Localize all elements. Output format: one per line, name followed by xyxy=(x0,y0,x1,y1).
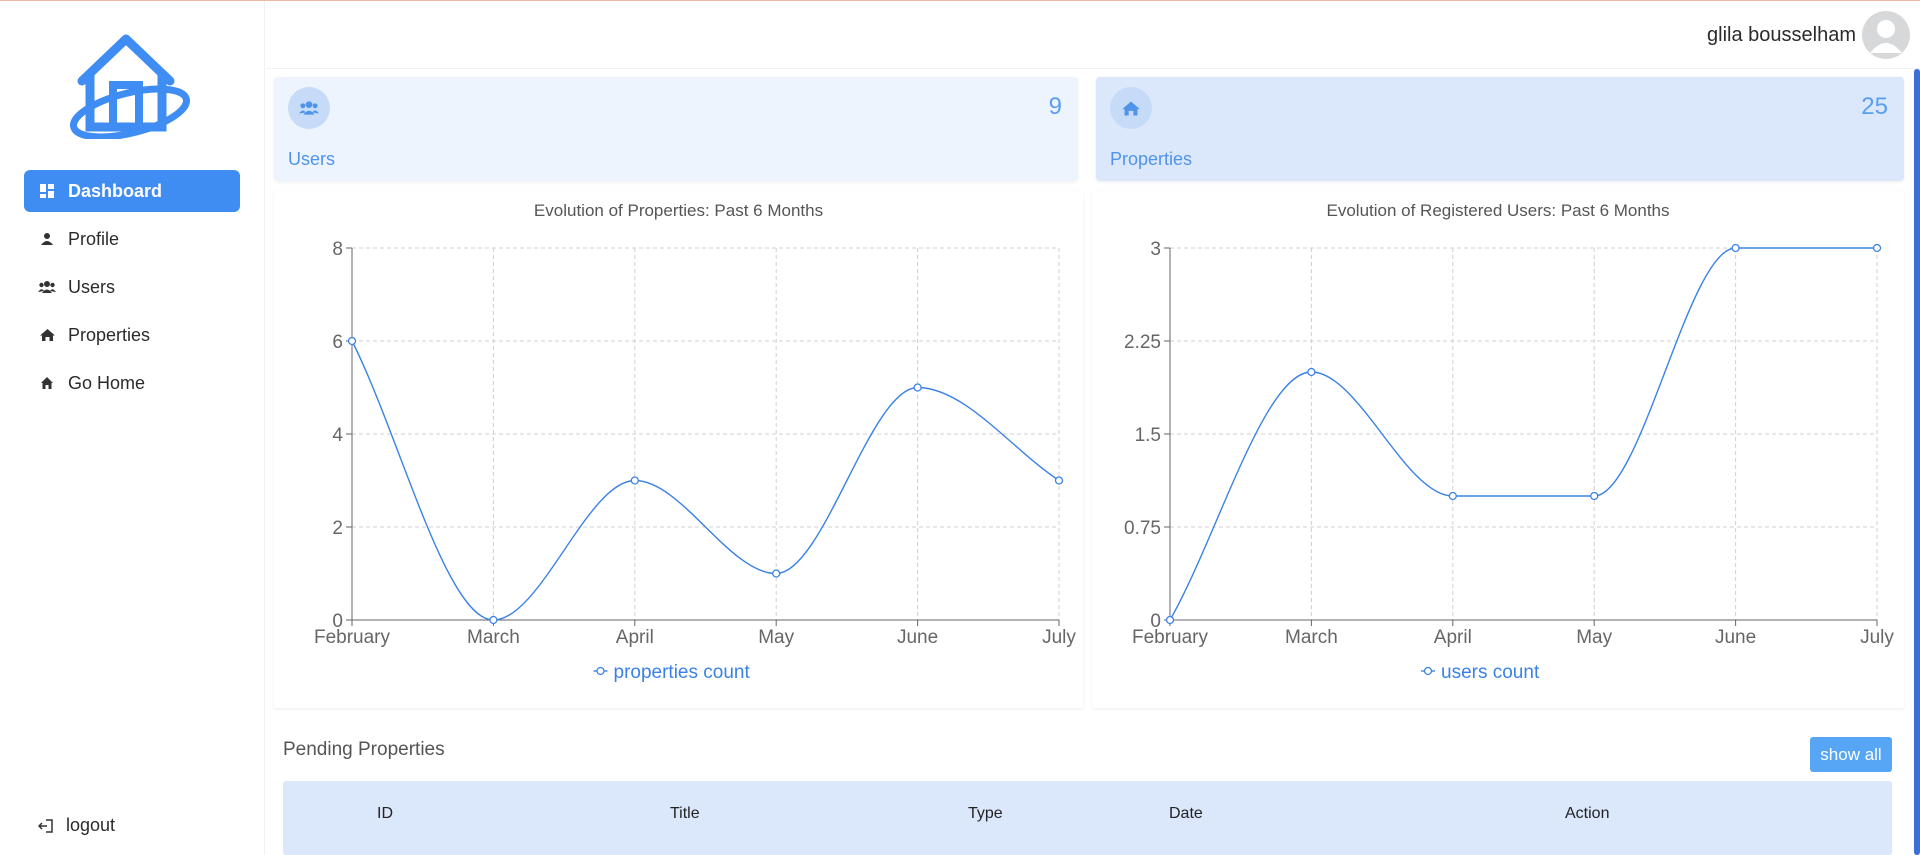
y-tick-label: 2.25 xyxy=(1124,332,1161,353)
x-tick-label: May xyxy=(1576,627,1612,648)
sidebar-item-label: Profile xyxy=(68,228,120,249)
y-tick-label: 8 xyxy=(332,239,343,260)
sidebar-item-properties[interactable]: Properties xyxy=(24,314,240,356)
properties-chart-panel: Evolution of Properties: Past 6 Months 0 2… xyxy=(274,191,1083,708)
users-line-chart: Evolution of Registered Users: Past 6 Mo… xyxy=(1124,201,1894,683)
data-point xyxy=(1448,491,1457,501)
x-tick-label: July xyxy=(1860,627,1894,648)
chart-title: Evolution of Properties: Past 6 Months xyxy=(534,201,823,220)
avatar[interactable] xyxy=(1862,11,1910,59)
avatar-person-icon xyxy=(1870,20,1902,53)
data-point xyxy=(489,615,498,625)
users-stat-card: 9 Users xyxy=(274,77,1078,181)
chart-title: Evolution of Registered Users: Past 6 Mo… xyxy=(1327,201,1670,220)
sidebar: Dashboard Profile Users Properties Go Ho… xyxy=(0,1,265,855)
dashboard-icon xyxy=(38,182,56,200)
y-tick-label: 0.75 xyxy=(1124,518,1161,539)
x-tick-label: March xyxy=(467,627,520,648)
scrollbar[interactable] xyxy=(1914,69,1920,855)
data-point xyxy=(1590,491,1599,501)
app-logo-icon[interactable] xyxy=(68,33,196,141)
sidebar-item-users[interactable]: Users xyxy=(24,266,240,308)
data-point xyxy=(1054,476,1064,485)
users-icon xyxy=(38,278,56,296)
column-header-id[interactable]: ID xyxy=(377,805,393,823)
x-tick-label: February xyxy=(314,627,391,648)
house-icon xyxy=(38,326,56,344)
x-tick-label: April xyxy=(616,627,654,648)
sidebar-item-dashboard[interactable]: Dashboard xyxy=(24,170,240,212)
logout-button[interactable]: logout xyxy=(38,815,115,836)
logout-label: logout xyxy=(66,815,116,835)
sidebar-nav: Dashboard Profile Users Properties Go Ho… xyxy=(24,170,240,410)
data-point xyxy=(630,476,639,485)
user-name: glila bousselham xyxy=(1707,23,1856,46)
sidebar-item-profile[interactable]: Profile xyxy=(24,218,240,260)
properties-stat-card: 25 Properties xyxy=(1096,77,1904,181)
users-badge-icon xyxy=(288,87,330,129)
y-tick-label: 6 xyxy=(332,332,343,353)
column-header-date[interactable]: Date xyxy=(1169,805,1203,823)
column-header-title[interactable]: Title xyxy=(670,805,700,823)
column-header-action[interactable]: Action xyxy=(1565,805,1609,823)
y-tick-label: 1.5 xyxy=(1135,425,1161,446)
properties-count: 25 xyxy=(1861,93,1888,120)
legend-marker xyxy=(1423,666,1433,676)
legend-label: properties count xyxy=(614,662,751,683)
section-title: Pending Properties xyxy=(283,739,445,760)
logout-icon xyxy=(38,818,54,833)
pending-properties-section: Pending Properties show all ID Title Typ… xyxy=(274,718,1904,855)
sidebar-item-label: Dashboard xyxy=(68,180,163,201)
user-menu[interactable]: glila bousselham xyxy=(1707,11,1910,59)
users-chart-panel: Evolution of Registered Users: Past 6 Mo… xyxy=(1092,191,1904,708)
data-point xyxy=(1872,243,1882,253)
y-tick-label: 2 xyxy=(332,518,343,539)
x-tick-label: June xyxy=(1715,627,1756,648)
x-tick-label: May xyxy=(758,627,794,648)
legend-label: users count xyxy=(1441,662,1540,683)
properties-line-chart: Evolution of Properties: Past 6 Months02… xyxy=(314,201,1076,683)
user-icon xyxy=(38,230,56,248)
data-point xyxy=(1731,243,1740,253)
x-tick-label: June xyxy=(897,627,938,648)
top-bar: glila bousselham xyxy=(266,1,1920,69)
y-tick-label: 4 xyxy=(332,425,343,446)
data-point xyxy=(913,383,922,392)
properties-stat-label: Properties xyxy=(1110,149,1193,169)
sidebar-item-go-home[interactable]: Go Home xyxy=(24,362,240,404)
sidebar-item-label: Go Home xyxy=(68,372,146,393)
data-point xyxy=(1307,367,1316,377)
data-point xyxy=(1165,615,1175,625)
x-tick-label: February xyxy=(1132,627,1209,648)
y-tick-label: 3 xyxy=(1150,239,1161,260)
show-all-button[interactable]: show all xyxy=(1810,737,1892,772)
x-tick-label: July xyxy=(1042,627,1076,648)
table-header: ID Title Type Date Action xyxy=(283,781,1892,855)
x-tick-label: April xyxy=(1434,627,1472,648)
series-line xyxy=(351,340,1060,621)
house-badge-icon xyxy=(1110,87,1152,129)
sidebar-item-label: Users xyxy=(68,276,116,297)
users-count: 9 xyxy=(1048,93,1062,120)
data-point xyxy=(772,569,781,578)
column-header-type[interactable]: Type xyxy=(968,805,1003,823)
users-stat-label: Users xyxy=(288,149,336,169)
data-point xyxy=(347,336,357,346)
sidebar-item-label: Properties xyxy=(68,324,151,345)
x-tick-label: March xyxy=(1285,627,1338,648)
scrollbar-thumb[interactable] xyxy=(1914,69,1920,855)
legend-marker xyxy=(596,666,605,676)
home-icon xyxy=(38,374,56,392)
